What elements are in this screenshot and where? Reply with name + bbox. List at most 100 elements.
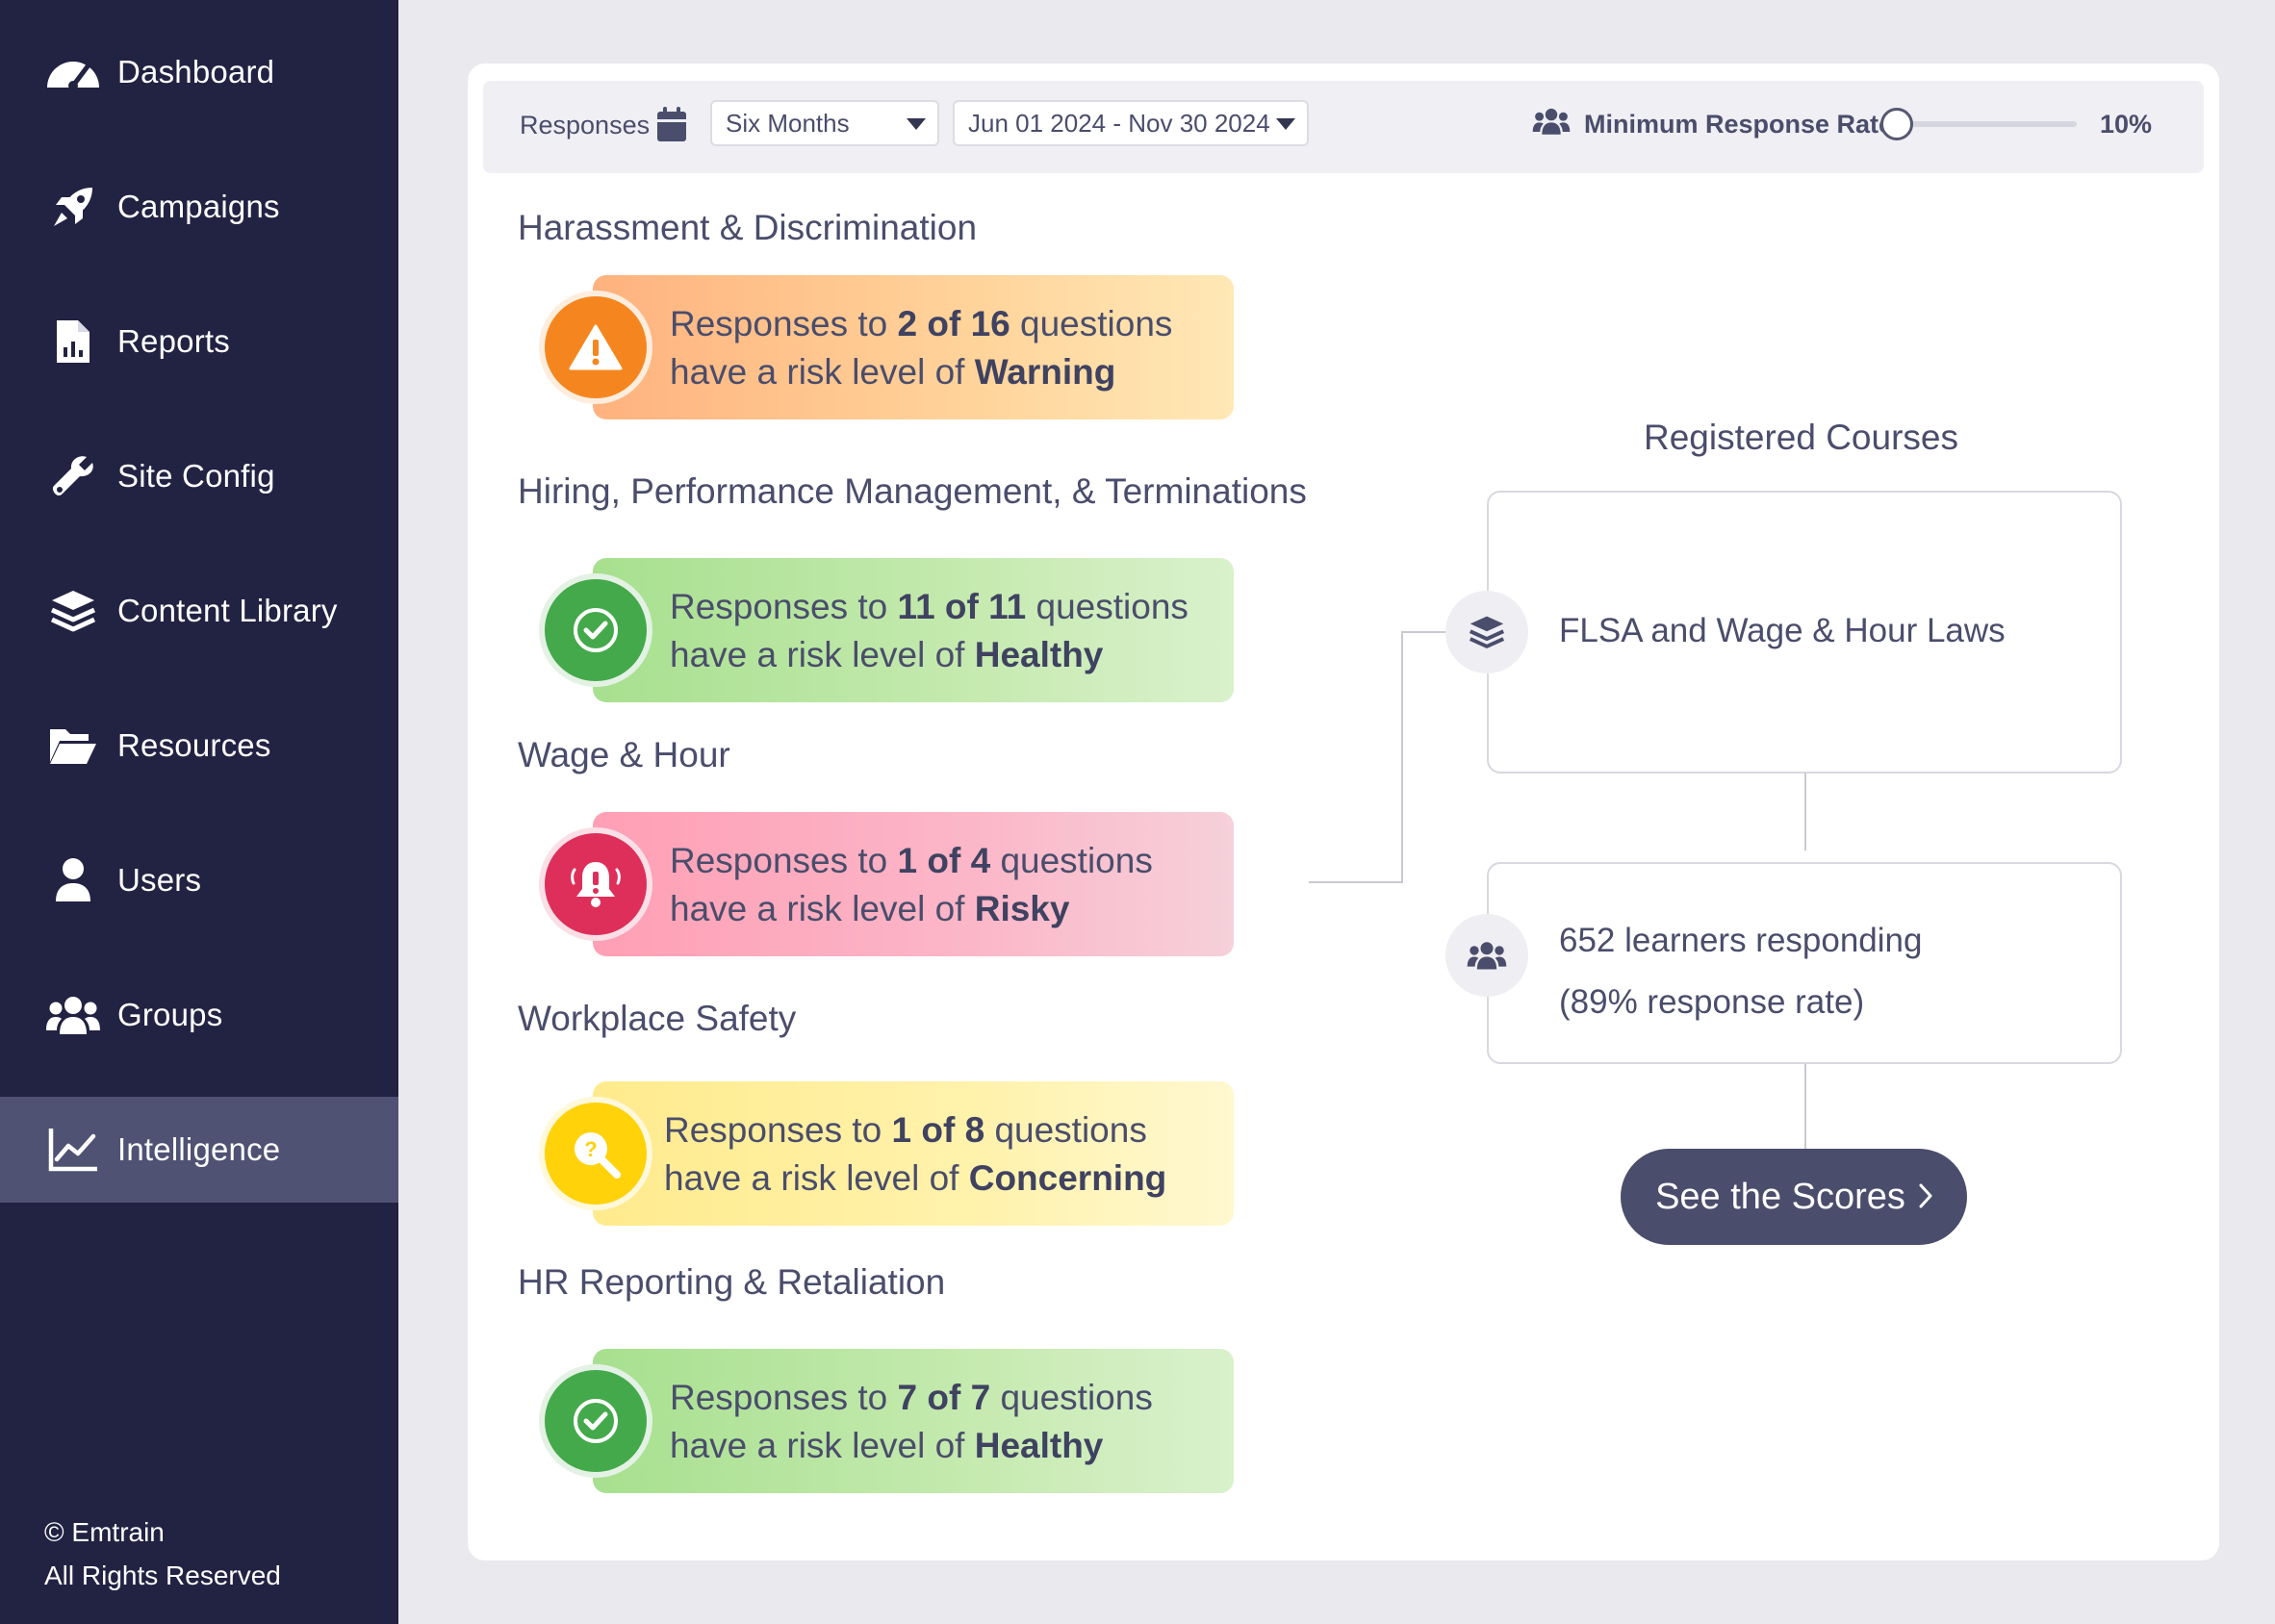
wrench-icon [42,450,104,502]
warning-icon [539,291,652,404]
layers-icon [42,585,104,637]
risk-count: 11 of 11 [897,587,1027,626]
risk-level: Risky [974,889,1070,928]
risk-prefix: Responses to [670,841,898,880]
bell-alert-icon [539,827,652,941]
sidebar-item-label: Site Config [117,458,275,494]
slider-thumb[interactable] [1880,108,1913,140]
svg-text:?: ? [584,1137,597,1161]
sidebar-item-label: Reports [117,323,230,359]
sidebar-item-label: Users [117,862,202,898]
sidebar-item-users[interactable]: Users [0,827,398,933]
sidebar: Dashboard Campaigns Reports Site Config … [0,0,398,1624]
period-select[interactable]: Six Months [710,100,939,146]
sidebar-item-groups[interactable]: Groups [0,962,398,1068]
category-title: Workplace Safety [518,999,797,1038]
sidebar-item-resources[interactable]: Resources [0,693,398,799]
risk-count: 1 of 4 [897,841,991,880]
chevron-right-icon [1919,1177,1932,1218]
risk-line2: have a risk level of [670,1426,975,1465]
chevron-down-icon [907,118,926,130]
risk-level: Concerning [968,1158,1167,1198]
connector-line [1309,881,1401,883]
filter-toolbar: Responses Six Months Jun 01 2024 - Nov 3… [483,81,2204,173]
sidebar-item-label: Dashboard [117,54,275,89]
chart-line-icon [42,1124,104,1176]
min-response-rate-value: 10% [2100,110,2153,139]
risk-line2: have a risk level of [664,1158,969,1198]
period-select-value: Six Months [726,108,850,138]
responses-label: Responses [520,111,651,140]
risk-card-healthy[interactable]: Responses to 7 of 7 questions have a ris… [539,1349,1234,1493]
connector-line [1401,631,1403,883]
risk-prefix: Responses to [670,1378,898,1417]
risk-prefix: Responses to [670,587,898,626]
sidebar-item-content-library[interactable]: Content Library [0,558,398,664]
users-icon [42,989,104,1041]
response-rate: (89% response rate) [1559,983,1865,1021]
risk-prefix: Responses to [670,304,898,343]
risk-suffix: questions [984,1110,1147,1150]
risk-line2: have a risk level of [670,352,975,392]
copyright: © Emtrain All Rights Reserved [44,1510,281,1597]
risk-card-concerning[interactable]: ? Responses to 1 of 8 questions have a r… [539,1081,1234,1226]
category-title: HR Reporting & Retaliation [518,1262,946,1302]
sidebar-item-intelligence[interactable]: Intelligence [0,1097,398,1203]
sidebar-item-campaigns[interactable]: Campaigns [0,154,398,260]
sidebar-item-dashboard[interactable]: Dashboard [0,19,398,125]
sidebar-item-label: Intelligence [117,1131,281,1167]
risk-level: Healthy [974,635,1104,674]
sidebar-item-label: Groups [117,997,223,1032]
see-scores-button[interactable]: See the Scores [1621,1149,1967,1245]
connector-line [1804,1064,1806,1151]
risk-line2: have a risk level of [670,635,975,674]
search-question-icon: ? [539,1097,652,1210]
learners-text: 652 learners responding (89% response ra… [1559,910,1922,1033]
calendar-icon[interactable] [656,106,687,147]
sidebar-item-label: Resources [117,727,271,763]
min-response-rate-label: Minimum Response Rate [1584,110,1894,139]
sidebar-item-label: Campaigns [117,189,280,224]
registered-courses-title: Registered Courses [1644,418,1958,457]
risk-suffix: questions [1010,304,1173,343]
see-scores-label: See the Scores [1655,1176,1905,1217]
category-title: Wage & Hour [518,735,730,774]
risk-suffix: questions [990,841,1153,880]
connector-line [1401,631,1449,633]
risk-card-healthy[interactable]: Responses to 11 of 11 questions have a r… [539,558,1234,702]
copyright-line: All Rights Reserved [44,1561,281,1590]
risk-level: Warning [974,352,1116,392]
risk-suffix: questions [1026,587,1189,626]
risk-level: Healthy [974,1426,1104,1465]
rocket-icon [42,181,104,233]
date-range-value: Jun 01 2024 - Nov 30 2024 [968,108,1270,138]
risk-card-risky[interactable]: Responses to 1 of 4 questions have a ris… [539,812,1234,956]
copyright-line: © Emtrain [44,1517,165,1547]
risk-count: 7 of 7 [897,1378,991,1417]
course-name: FLSA and Wage & Hour Laws [1559,612,2006,649]
category-title: Hiring, Performance Management, & Termin… [518,471,1307,511]
sidebar-item-label: Content Library [117,593,338,628]
risk-line2: have a risk level of [670,889,975,928]
chevron-down-icon [1276,118,1295,130]
user-icon [42,854,104,906]
layers-icon [1445,591,1528,673]
check-circle-icon [539,1364,652,1478]
sidebar-item-site-config[interactable]: Site Config [0,423,398,529]
dashboard-icon [42,46,104,98]
risk-suffix: questions [990,1378,1153,1417]
risk-prefix: Responses to [664,1110,892,1150]
category-title: Harassment & Discrimination [518,208,978,247]
folder-open-icon [42,720,104,772]
risk-card-warning[interactable]: Responses to 2 of 16 questions have a ri… [539,275,1234,419]
users-icon [1445,914,1528,997]
sidebar-item-reports[interactable]: Reports [0,289,398,394]
date-range-select[interactable]: Jun 01 2024 - Nov 30 2024 [953,100,1309,146]
learners-count: 652 learners responding [1559,922,1923,959]
min-response-rate-slider[interactable] [1890,121,2077,127]
users-icon [1532,106,1571,141]
check-circle-icon [539,573,652,687]
report-file-icon [42,316,104,368]
connector-line [1804,772,1806,850]
risk-count: 2 of 16 [897,304,1010,343]
